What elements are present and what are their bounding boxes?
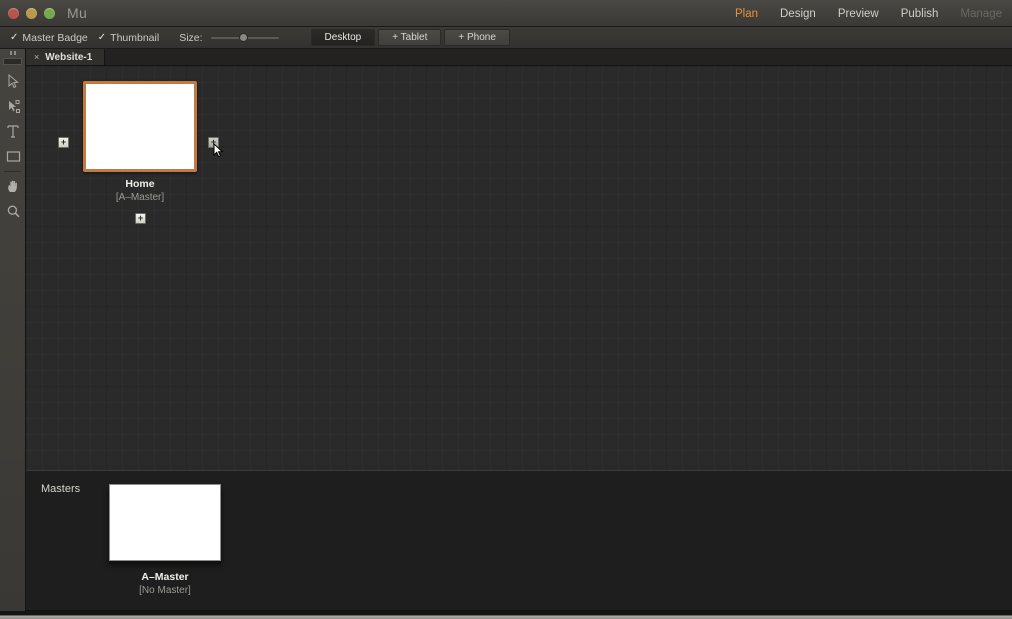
rectangle-tool-icon[interactable] [0, 144, 26, 169]
breakpoint-add-phone-button[interactable]: + Phone [444, 29, 510, 46]
nav-item-preview[interactable]: Preview [838, 8, 879, 20]
mode-nav: Plan Design Preview Publish Manage [735, 0, 1002, 27]
title-bar: Mu Plan Design Preview Publish Manage [0, 0, 1012, 27]
checkmark-icon: ✓ [10, 31, 19, 43]
masters-panel-label: Masters [41, 483, 81, 495]
direct-selection-tool-icon[interactable] [0, 94, 26, 119]
master-node-a-master[interactable]: A–Master [No Master] [109, 484, 221, 596]
breakpoint-desktop-button[interactable]: Desktop [310, 29, 376, 46]
nav-item-manage: Manage [960, 7, 1002, 20]
master-parent-badge: [No Master] [139, 585, 191, 596]
zoom-tool-icon[interactable] [0, 199, 26, 224]
selection-tool-icon[interactable] [0, 69, 26, 94]
close-window-icon[interactable] [8, 7, 19, 19]
plan-canvas[interactable]: Home [A–Master] + + + [26, 66, 1012, 470]
tab-website-1[interactable]: × Website-1 [26, 49, 106, 65]
breakpoint-buttons: Desktop + Tablet + Phone [310, 29, 510, 46]
checkmark-icon: ✓ [97, 31, 107, 43]
document-tab-bar: × Website-1 [26, 49, 1012, 66]
text-tool-icon[interactable] [0, 119, 26, 144]
window-controls [0, 7, 55, 19]
nav-item-design[interactable]: Design [780, 8, 816, 20]
tools-panel-drag-handle[interactable] [0, 49, 25, 57]
tab-label: Website-1 [45, 51, 93, 63]
page-thumbnail[interactable] [83, 81, 197, 172]
size-control: Size: [179, 31, 279, 44]
masters-panel[interactable]: Masters A–Master [No Master] [26, 470, 1012, 610]
master-badge-label: Master Badge [22, 31, 88, 44]
nav-item-publish[interactable]: Publish [901, 8, 939, 20]
tools-panel-header [3, 58, 22, 65]
options-toolbar: ✓ Master Badge ✓ Thumbnail Size: Desktop… [0, 27, 1012, 49]
mouse-cursor-icon [213, 143, 224, 158]
page-master-badge: [A–Master] [115, 192, 165, 203]
thumbnail-label: Thumbnail [110, 31, 160, 44]
zoom-window-icon[interactable] [44, 7, 55, 19]
master-title: A–Master [141, 571, 189, 583]
nav-item-plan[interactable]: Plan [735, 8, 758, 20]
tools-panel [0, 49, 26, 619]
close-icon[interactable]: × [34, 52, 39, 62]
size-label: Size: [179, 31, 203, 44]
breakpoint-add-tablet-button[interactable]: + Tablet [378, 29, 442, 46]
master-thumbnail[interactable] [109, 484, 221, 561]
master-badge-checkbox[interactable]: ✓ Master Badge [10, 32, 88, 44]
desktop-background-sliver [0, 611, 1012, 619]
minimize-window-icon[interactable] [26, 7, 37, 19]
app-title: Mu [67, 5, 88, 21]
add-page-left-button[interactable]: + [58, 137, 69, 148]
thumbnail-checkbox[interactable]: ✓ Thumbnail [98, 32, 159, 44]
page-node-home[interactable]: Home [A–Master] + + + [58, 81, 224, 224]
slider-thumb[interactable] [238, 32, 248, 42]
size-slider[interactable] [210, 32, 279, 44]
muse-plan-window: Mu Plan Design Preview Publish Manage ✓ … [0, 0, 1012, 619]
hand-tool-icon[interactable] [0, 174, 26, 199]
add-child-page-button[interactable]: + [135, 213, 146, 224]
page-title: Home [125, 178, 155, 190]
tools-divider [4, 171, 21, 172]
